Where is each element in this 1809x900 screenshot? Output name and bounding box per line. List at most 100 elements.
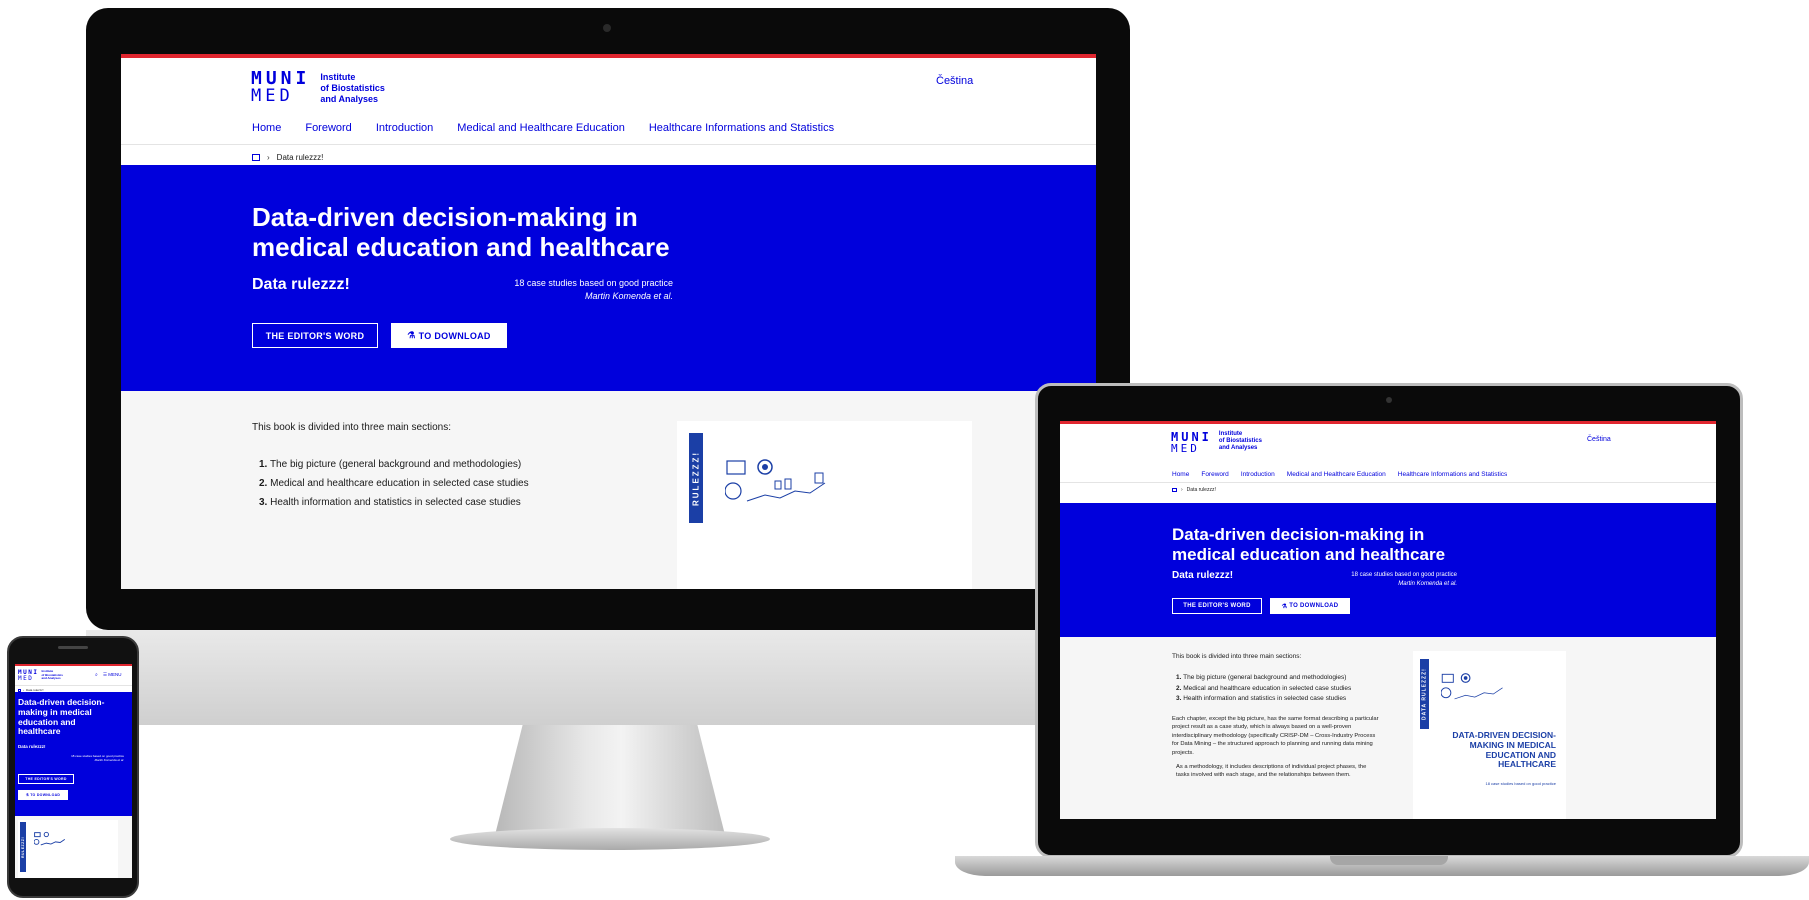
page-title: Data-driven decision-making in medical e… xyxy=(1172,525,1446,564)
breadcrumb-separator: › xyxy=(1181,487,1183,493)
nav-item-medical-education[interactable]: Medical and Healthcare Education xyxy=(457,122,625,134)
editors-word-button[interactable]: THE EDITOR'S WORD xyxy=(18,774,74,784)
list-item: 3. Health information and statistics in … xyxy=(1176,695,1347,702)
content-section: This book is divided into three main sec… xyxy=(121,391,1096,589)
site-header: MUNI MED Institute of Biostatistics and … xyxy=(15,666,132,694)
book-spine: RULEZZZ! xyxy=(689,433,703,523)
page-title: Data-driven decision-making in medical e… xyxy=(18,697,105,737)
methodology-note: As a methodology, it includes descriptio… xyxy=(1176,764,1367,779)
hero-subtitle: Data rulezzz! xyxy=(1172,570,1234,581)
site-header: MUNI MED Institute of Biostatistics and … xyxy=(121,58,1096,178)
page-title: Data-driven decision-making in medical e… xyxy=(252,202,670,262)
book-illustration xyxy=(725,459,826,502)
flask-icon: ⚗ xyxy=(1281,603,1288,610)
flask-icon: ⚗ xyxy=(25,793,30,797)
device-mockup-scene: MUNI MED Institute of Biostatistics and … xyxy=(0,0,1809,900)
hero-banner: Data-driven decision-making in medical e… xyxy=(15,692,132,816)
hero-banner: Data-driven decision-making in medical e… xyxy=(121,165,1096,391)
breadcrumb-current: Data rulezzz! xyxy=(276,153,324,162)
list-item: 3. Health information and statistics in … xyxy=(259,497,521,508)
nav-item-foreword[interactable]: Foreword xyxy=(1201,471,1228,478)
book-cover: RULEZZZ! xyxy=(677,421,972,589)
nav-item-medical-education[interactable]: Medical and Healthcare Education xyxy=(1287,471,1386,478)
logo-med: MED xyxy=(18,675,34,682)
nav-item-home[interactable]: Home xyxy=(252,122,281,134)
muni-med-logo[interactable]: MUNI MED Institute of Biostatistics and … xyxy=(1171,431,1262,454)
hero-meta-line: 18 case studies based on good practice xyxy=(514,278,673,288)
download-button[interactable]: ⚗ TO DOWNLOAD xyxy=(1270,598,1350,614)
imac-camera xyxy=(603,24,611,32)
book-illustration xyxy=(34,831,66,846)
book-cover-title: DATA-DRIVEN DECISION-MAKING IN MEDICAL E… xyxy=(1452,730,1556,770)
hero-subtitle: Data rulezzz! xyxy=(18,744,46,749)
home-icon[interactable] xyxy=(1172,488,1177,492)
download-button[interactable]: ⚗ TO DOWNLOAD xyxy=(18,790,68,800)
laptop-screen: MUNI MED Institute of Biostatistics and … xyxy=(1060,421,1716,819)
muni-med-logo[interactable]: MUNI MED Institute of Biostatistics and … xyxy=(18,669,63,682)
hero-meta: 18 case studies based on good practice M… xyxy=(18,754,124,763)
nav-item-healthcare-statistics[interactable]: Healthcare Informations and Statistics xyxy=(649,122,834,134)
flask-icon: ⚗ xyxy=(407,330,416,340)
sections-list: 1. The big picture (general background a… xyxy=(259,455,529,512)
breadcrumb-separator: › xyxy=(267,153,270,162)
phone-screen: MUNI MED Institute of Biostatistics and … xyxy=(15,664,132,878)
website-laptop: MUNI MED Institute of Biostatistics and … xyxy=(1060,421,1716,819)
hero-meta: 18 case studies based on good practice M… xyxy=(451,277,673,303)
content-section: This book is divided into three main sec… xyxy=(1060,637,1716,819)
book-spine: DATA RULEZZZ! xyxy=(1420,659,1429,729)
list-item: 1. The big picture (general background a… xyxy=(259,459,522,470)
site-header: MUNI MED Institute of Biostatistics and … xyxy=(1060,424,1716,504)
book-spine: RULEZZZ! xyxy=(20,822,26,872)
book-illustration xyxy=(1441,673,1503,700)
intro-text: This book is divided into three main sec… xyxy=(252,422,451,433)
book-cover: DATA RULEZZZ! DATA-DRIVEN DECISION-MAKIN… xyxy=(1413,651,1566,819)
nav-item-introduction[interactable]: Introduction xyxy=(376,122,433,134)
menu-button[interactable]: ☰ MENU xyxy=(103,672,122,678)
hero-banner: Data-driven decision-making in medical e… xyxy=(1060,503,1716,637)
laptop-camera xyxy=(1386,397,1392,403)
hero-meta: 18 case studies based on good practice M… xyxy=(1300,571,1457,588)
website-desktop: MUNI MED Institute of Biostatistics and … xyxy=(121,54,1096,589)
main-nav: Home Foreword Introduction Medical and H… xyxy=(252,122,834,134)
breadcrumb: › Data rulezzz! xyxy=(1060,482,1716,497)
nav-item-healthcare-statistics[interactable]: Healthcare Informations and Statistics xyxy=(1398,471,1507,478)
hero-subtitle: Data rulezzz! xyxy=(252,276,350,293)
logo-med: MED xyxy=(1171,442,1200,455)
nav-item-home[interactable]: Home xyxy=(1172,471,1189,478)
breadcrumb-current: Data rulezzz! xyxy=(1186,487,1216,493)
download-button[interactable]: ⚗ TO DOWNLOAD xyxy=(391,323,507,348)
imac-screen: MUNI MED Institute of Biostatistics and … xyxy=(121,54,1096,589)
institute-name: Institute of Biostatistics and Analyses xyxy=(41,669,63,681)
website-mobile: MUNI MED Institute of Biostatistics and … xyxy=(15,664,132,878)
hero-meta-line: 18 case studies based on good practice xyxy=(1351,572,1457,578)
chapter-description: Each chapter, except the big picture, ha… xyxy=(1172,716,1379,756)
phone-speaker xyxy=(58,646,88,649)
editors-word-button[interactable]: THE EDITOR'S WORD xyxy=(1172,598,1262,614)
imac-stand-foot xyxy=(450,828,770,850)
institute-name: Institute of Biostatistics and Analyses xyxy=(320,72,385,104)
institute-name: Institute of Biostatistics and Analyses xyxy=(1218,431,1262,452)
list-item: 2. Medical and healthcare education in s… xyxy=(259,478,529,489)
language-switch-link[interactable]: Čeština xyxy=(1587,436,1611,443)
language-switch-link[interactable]: Čeština xyxy=(936,75,973,87)
editors-word-button[interactable]: THE EDITOR'S WORD xyxy=(252,323,378,348)
list-item: 1. The big picture (general background a… xyxy=(1176,674,1347,681)
content-section: RULEZZZ! xyxy=(15,816,132,878)
hero-authors: Martin Komenda et al. xyxy=(1398,580,1457,587)
imac-stand xyxy=(495,725,725,835)
muni-med-logo[interactable]: MUNI MED Institute of Biostatistics and … xyxy=(251,70,385,105)
book-cover: RULEZZZ! xyxy=(18,820,118,878)
sections-list: 1. The big picture (general background a… xyxy=(1176,673,1351,705)
hero-authors: Martin Komenda et al. xyxy=(94,758,124,763)
laptop-notch xyxy=(1330,856,1448,865)
list-item: 2. Medical and healthcare education in s… xyxy=(1176,684,1352,692)
home-icon[interactable] xyxy=(252,154,260,161)
logo-med: MED xyxy=(251,86,294,106)
nav-item-foreword[interactable]: Foreword xyxy=(305,122,351,134)
book-cover-subtitle: 18 case studies based on good practice xyxy=(1485,781,1557,786)
nav-item-introduction[interactable]: Introduction xyxy=(1241,471,1275,478)
search-icon[interactable]: ⌕ xyxy=(95,672,98,678)
main-nav: Home Foreword Introduction Medical and H… xyxy=(1172,471,1507,478)
hero-authors: Martin Komenda et al. xyxy=(584,291,673,302)
imac-chin xyxy=(86,630,1130,725)
